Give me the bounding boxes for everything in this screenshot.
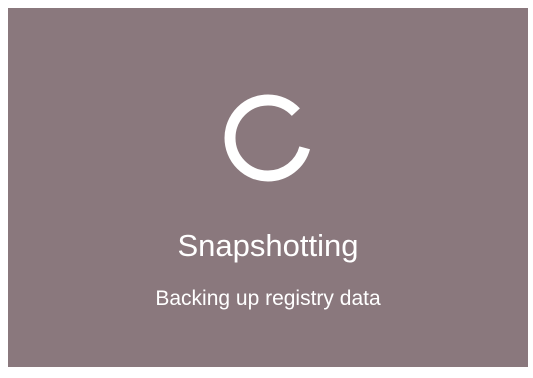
loading-panel: Snapshotting Backing up registry data: [8, 8, 528, 367]
loading-spinner-icon: [224, 94, 312, 182]
status-title: Snapshotting: [177, 228, 359, 263]
status-message: Backing up registry data: [155, 287, 381, 310]
